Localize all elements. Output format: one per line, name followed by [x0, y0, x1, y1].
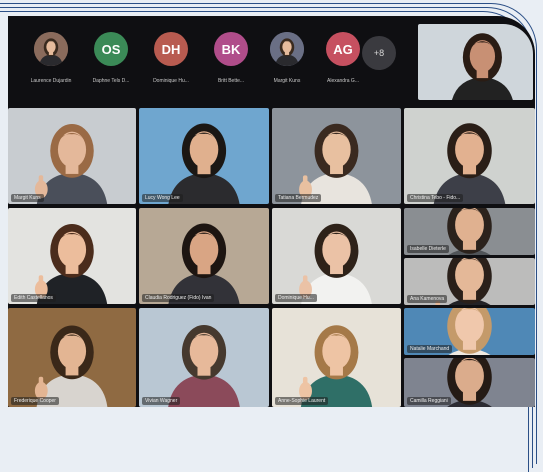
- participant-name-label: Dominique Hu...: [275, 294, 317, 302]
- participant-name: Dominique Hu...: [153, 78, 189, 84]
- participant-name-label: Tatiana Bermudez: [275, 194, 322, 202]
- participant-strip-item[interactable]: DH Dominique Hu...: [142, 32, 200, 84]
- video-tile[interactable]: Dominique Hu...: [272, 208, 401, 304]
- participant-name-label: Camilla Reggiani: [407, 397, 451, 405]
- participant-video: [270, 32, 304, 66]
- participant-name: Britt Bette...: [217, 78, 245, 84]
- video-tile[interactable]: Claudia Rodriguez (Fido) Ivan: [139, 208, 269, 304]
- participant-avatar: [34, 32, 68, 66]
- participant-name: Laurence Dujardin: [30, 78, 72, 84]
- participant-name-label: Isabelle Dieterle: [407, 245, 449, 253]
- participant-avatar: DH: [154, 32, 188, 66]
- participant-strip-item[interactable]: Margit Kuns: [258, 32, 316, 84]
- participant-video: [139, 308, 269, 407]
- participant-avatar: OS: [94, 32, 128, 66]
- video-tile[interactable]: Anne-Sophie Laurent: [272, 308, 401, 407]
- participant-name-label: Christina Tebo - Fido...: [407, 194, 464, 202]
- participant-avatar: [270, 32, 304, 66]
- participant-name: Daphne Tels D...: [92, 78, 130, 84]
- participant-avatar: AG: [326, 32, 360, 66]
- participant-strip-item[interactable]: OS Daphne Tels D...: [82, 32, 140, 84]
- video-tile[interactable]: Ana Kamenova: [404, 258, 535, 305]
- video-tile[interactable]: Frederique Cooper: [8, 308, 136, 407]
- participant-strip-item[interactable]: Laurence Dujardin: [22, 32, 80, 84]
- participant-video: [418, 24, 533, 100]
- more-participants-button[interactable]: +8: [362, 36, 396, 70]
- video-grid: Margit Kuns Lucy Wong Lee Tatiana Bermudez…: [8, 108, 535, 407]
- participant-strip-item[interactable]: BK Britt Bette...: [202, 32, 260, 84]
- participant-name-label: Anne-Sophie Laurent: [275, 397, 329, 405]
- participant-video: [8, 208, 136, 304]
- participant-name-label: Natalie Marchand: [407, 345, 453, 353]
- participant-name-label: Lucy Wong Lee: [142, 194, 183, 202]
- participant-video: [8, 108, 136, 204]
- participant-name-label: Vivian Wagner: [142, 397, 181, 405]
- participant-name-label: Frederique Cooper: [11, 397, 59, 405]
- video-tile[interactable]: Isabelle Dieterle: [404, 208, 535, 255]
- video-tile[interactable]: Tatiana Bermudez: [272, 108, 401, 204]
- participant-video: [272, 308, 401, 407]
- video-tile[interactable]: Edith Castellanos: [8, 208, 136, 304]
- participant-video: [404, 108, 535, 204]
- self-view-video[interactable]: [418, 24, 533, 100]
- participant-name-label: Ana Kamenova: [407, 295, 448, 303]
- meeting-window: Laurence Dujardin OS Daphne Tels D... DH Dom…: [8, 16, 535, 407]
- participant-video: [272, 208, 401, 304]
- participant-video: [139, 108, 269, 204]
- video-tile[interactable]: Vivian Wagner: [139, 308, 269, 407]
- participant-name: Margit Kuns: [273, 78, 301, 84]
- participant-video: [139, 208, 269, 304]
- participant-video: [8, 308, 136, 407]
- video-tile[interactable]: Christina Tebo - Fido...: [404, 108, 535, 204]
- video-tile[interactable]: Camilla Reggiani: [404, 358, 535, 407]
- participant-name: Alexandra G...: [327, 78, 359, 84]
- participant-video: [272, 108, 401, 204]
- participant-name-label: Margit Kuns: [11, 194, 44, 202]
- participant-name-label: Claudia Rodriguez (Fido) Ivan: [142, 294, 215, 302]
- participant-video: [34, 32, 68, 66]
- video-tile[interactable]: Lucy Wong Lee: [139, 108, 269, 204]
- participant-name-label: Edith Castellanos: [11, 294, 56, 302]
- video-tile[interactable]: Natalie Marchand: [404, 308, 535, 355]
- video-tile[interactable]: Margit Kuns: [8, 108, 136, 204]
- participant-avatar: BK: [214, 32, 248, 66]
